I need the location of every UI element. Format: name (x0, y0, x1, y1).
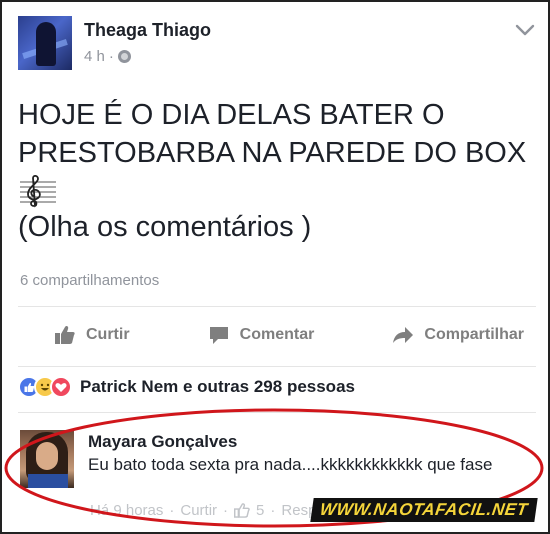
thumbs-up-icon (234, 503, 250, 518)
avatar-figure (36, 22, 56, 66)
like-button[interactable]: Curtir (54, 325, 130, 345)
meta-separator: · (108, 48, 114, 65)
comment-icon (209, 327, 228, 344)
divider (18, 306, 536, 307)
treble-clef-icon (20, 174, 56, 208)
thumbs-up-icon (55, 325, 75, 344)
comment-meta: Há 9 horas · Curtir · 5 · Respo (90, 502, 325, 519)
comment-text: Eu bato toda sexta pra nada....kkkkkkkkk… (88, 455, 493, 474)
author-avatar[interactable] (18, 16, 72, 70)
share-button[interactable]: Compartilhar (392, 325, 524, 345)
like-label: Curtir (86, 326, 130, 343)
post-text-line-2: PRESTOBARBA NA PAREDE DO BOX (18, 137, 527, 169)
meta-separator: · (270, 502, 276, 519)
comment-label: Comentar (239, 326, 315, 343)
globe-icon (117, 50, 131, 63)
action-bar: Curtir Comentar Compartilhar (18, 318, 536, 352)
divider (18, 412, 536, 413)
post-text: HOJE É O DIA DELAS BATER O PRESTOBARBA N… (18, 96, 538, 246)
site-watermark: WWW.NAOTAFACIL.NET (310, 498, 538, 522)
shares-count[interactable]: 6 compartilhamentos (20, 272, 159, 289)
post-meta: 4 h · (84, 48, 131, 65)
reactions-summary[interactable]: Patrick Nem e outras 298 pessoas (18, 376, 355, 398)
post-card: Theaga Thiago 4 h · HOJE É O DIA DELAS B… (0, 0, 550, 534)
reactions-text: Patrick Nem e outras 298 pessoas (80, 377, 355, 396)
comment-button[interactable]: Comentar (208, 325, 315, 345)
post-time[interactable]: 4 h (84, 48, 105, 65)
author-name[interactable]: Theaga Thiago (84, 20, 211, 41)
share-label: Compartilhar (424, 326, 524, 343)
avatar-shirt (28, 474, 68, 488)
comment-time[interactable]: Há 9 horas (90, 502, 163, 519)
comment-like-count: 5 (256, 502, 265, 519)
divider (18, 366, 536, 367)
commenter-avatar[interactable] (20, 430, 74, 488)
love-reaction-icon (50, 376, 72, 398)
comment-author[interactable]: Mayara Gonçalves (88, 432, 237, 452)
meta-separator: · (169, 502, 175, 519)
post-text-line-3: (Olha os comentários ) (18, 211, 312, 243)
meta-separator: · (223, 502, 229, 519)
share-arrow-icon (393, 327, 414, 343)
post-header: Theaga Thiago 4 h · (18, 16, 538, 72)
comment-like-link[interactable]: Curtir (180, 502, 217, 519)
chevron-down-icon[interactable] (514, 22, 536, 38)
avatar-face (36, 442, 58, 470)
post-text-line-1: HOJE É O DIA DELAS BATER O (18, 99, 445, 131)
